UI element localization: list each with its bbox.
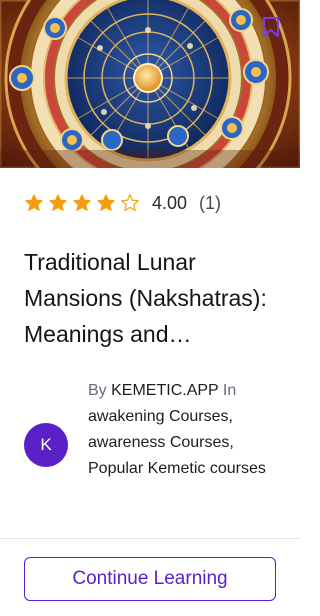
category-separator: , [228,408,233,425]
author-name[interactable]: KEMETIC.APP [111,382,218,399]
rating-value: 4.00 [152,192,188,213]
bookmark-icon[interactable] [262,16,280,38]
course-rating: 4.00 (1) [24,192,221,214]
rating-stars [24,193,140,213]
divider [0,538,300,539]
rating-count: (1) [199,192,222,213]
category-separator: , [229,434,234,451]
zodiac-wheel-image [0,0,300,168]
course-title[interactable]: Traditional Lunar Mansions (Nakshatras):… [24,244,276,352]
star-filled-icon [97,194,115,211]
star-filled-icon [49,194,67,211]
category-link-popular-kemetic[interactable]: Popular Kemetic courses [88,460,266,477]
category-link-awareness[interactable]: awareness Courses [88,434,229,451]
star-filled-icon [25,194,43,211]
star-filled-icon [73,194,91,211]
course-meta: By KEMETIC.APP In awakening Courses, awa… [88,378,268,482]
by-label: By [88,382,107,399]
course-thumbnail[interactable] [0,0,300,168]
continue-learning-button[interactable]: Continue Learning [24,557,276,601]
star-empty-icon [121,194,139,212]
author-avatar[interactable]: K [24,423,68,467]
category-link-awakening[interactable]: awakening Courses [88,408,229,425]
avatar-letter: K [40,435,52,454]
in-label: In [222,382,237,399]
